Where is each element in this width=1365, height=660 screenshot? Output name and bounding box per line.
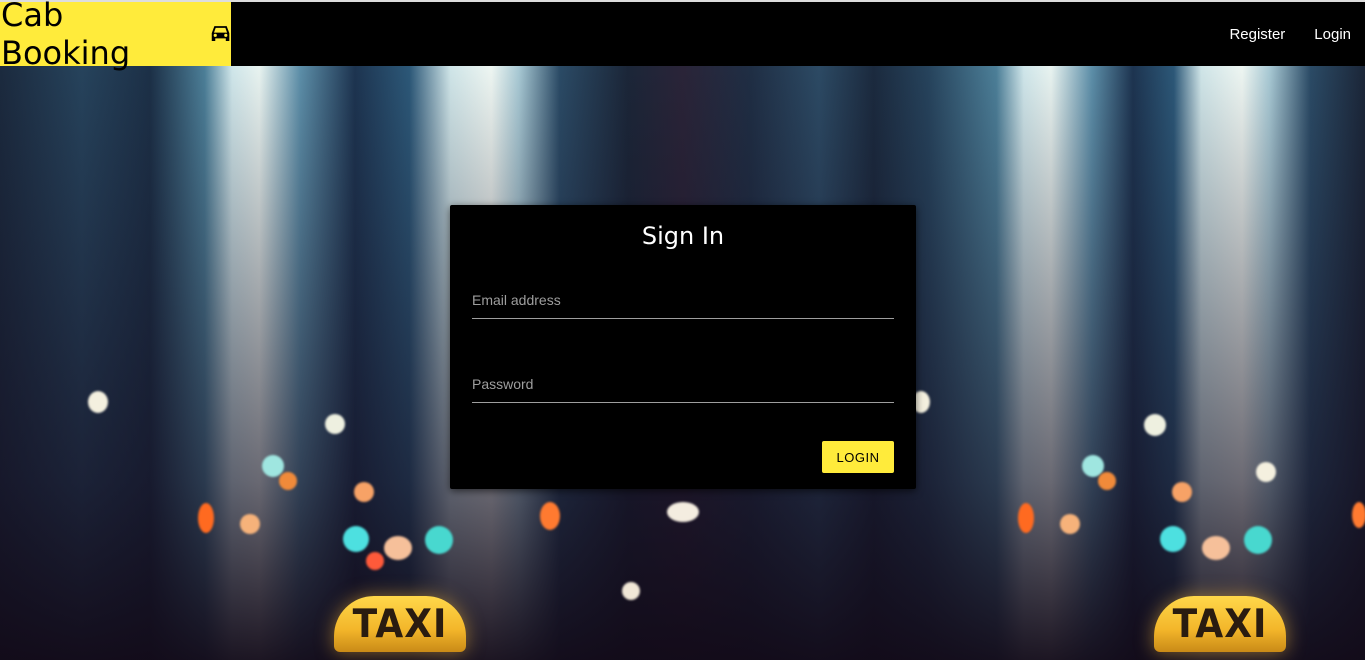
bokeh-light bbox=[425, 526, 453, 554]
login-button[interactable]: LOGIN bbox=[822, 441, 894, 473]
bokeh-light bbox=[1244, 526, 1272, 554]
email-field-wrapper bbox=[472, 282, 894, 319]
bokeh-light bbox=[1256, 462, 1276, 482]
taxi-sign-left: TAXI bbox=[334, 596, 466, 652]
bokeh-light bbox=[540, 502, 560, 530]
password-field-wrapper bbox=[472, 366, 894, 403]
bokeh-light bbox=[384, 536, 412, 560]
bokeh-light bbox=[667, 502, 699, 522]
bokeh-light bbox=[1018, 503, 1034, 533]
bokeh-light bbox=[354, 482, 374, 502]
navbar: Cab Booking Register Login bbox=[0, 0, 1365, 72]
register-link[interactable]: Register bbox=[1229, 26, 1285, 43]
brand-title: Cab Booking bbox=[1, 0, 131, 72]
bokeh-light bbox=[1172, 482, 1192, 502]
signin-card: Sign In LOGIN bbox=[450, 205, 916, 489]
bokeh-light bbox=[1160, 526, 1186, 552]
bokeh-light bbox=[325, 414, 345, 434]
signin-title: Sign In bbox=[641, 222, 725, 250]
bokeh-light bbox=[343, 526, 369, 552]
bokeh-light bbox=[279, 472, 297, 490]
page: TAXI TAXI Cab Booking Register Login Sig… bbox=[0, 0, 1365, 660]
car-icon bbox=[211, 26, 230, 42]
bokeh-light bbox=[1144, 414, 1166, 436]
bokeh-light bbox=[366, 552, 384, 570]
nav-links: Register Login bbox=[1200, 2, 1351, 66]
bokeh-light bbox=[1060, 514, 1080, 534]
email-field[interactable] bbox=[472, 282, 894, 318]
bokeh-light bbox=[198, 503, 214, 533]
taxi-sign-right: TAXI bbox=[1154, 596, 1286, 652]
login-link[interactable]: Login bbox=[1314, 26, 1351, 43]
bokeh-light bbox=[622, 582, 640, 600]
bokeh-light bbox=[1202, 536, 1230, 560]
bokeh-light bbox=[1352, 502, 1365, 528]
password-field[interactable] bbox=[472, 366, 894, 402]
bokeh-light bbox=[240, 514, 260, 534]
brand-logo[interactable]: Cab Booking bbox=[0, 0, 231, 72]
bokeh-light bbox=[1098, 472, 1116, 490]
bokeh-light bbox=[88, 391, 108, 413]
